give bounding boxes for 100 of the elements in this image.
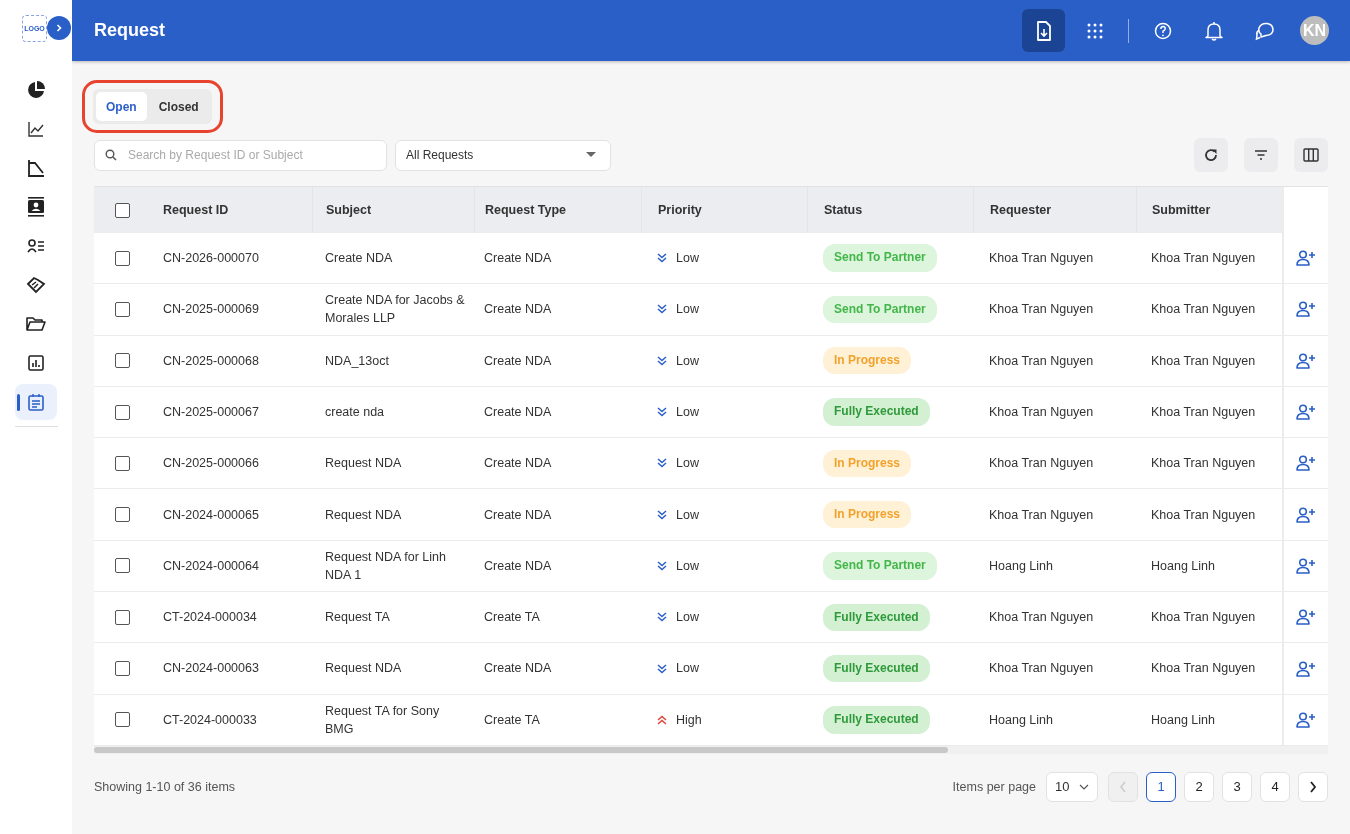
priority-label: High [676,711,702,729]
next-page-button[interactable] [1298,771,1328,802]
row-checkbox[interactable] [114,455,130,471]
add-user-icon [1296,711,1316,728]
priority-label: Low [676,455,699,473]
pie-chart-icon [26,80,46,100]
subject-text: NDA_13oct [325,352,389,370]
horizontal-scrollbar[interactable] [94,745,1328,754]
add-user-button[interactable] [1296,301,1316,318]
folder-icon [26,316,46,332]
requester-name: Hoang Linh [989,557,1053,575]
add-user-button[interactable] [1296,660,1316,677]
search-input[interactable]: Search by Request ID or Subject [126,141,376,169]
add-user-icon [1296,455,1316,472]
add-user-button[interactable] [1296,557,1316,574]
row-checkbox[interactable] [114,609,130,625]
row-checkbox[interactable] [114,661,130,676]
priority-label: Low [676,557,699,575]
submitter-name: Khoa Tran Nguyen [1151,352,1256,370]
row-checkbox[interactable] [114,404,130,420]
request-type: Create NDA [484,660,552,678]
requester-name: Khoa Tran Nguyen [989,660,1094,678]
requester-name: Khoa Tran Nguyen [989,506,1094,524]
select-all-checkbox[interactable] [114,202,130,218]
add-user-button[interactable] [1296,609,1316,626]
add-user-icon [1296,404,1316,421]
request-type: Create NDA [484,250,552,268]
status-badge: Send To Partner [823,552,937,580]
row-checkbox[interactable] [114,712,130,728]
requester-name: Khoa Tran Nguyen [989,352,1094,370]
request-id: CN-2024-000063 [163,660,259,678]
add-user-icon [1296,506,1316,523]
submitter-name: Khoa Tran Nguyen [1151,506,1256,524]
add-user-icon [1296,301,1316,318]
submitter-name: Khoa Tran Nguyen [1151,403,1256,421]
page-button[interactable]: 1 [1146,771,1176,802]
subject-text: Request TA for Sony BMG [325,702,441,738]
request-id: CN-2026-000070 [163,250,259,268]
chevron-left-icon [1119,780,1127,793]
add-user-button[interactable] [1296,404,1316,421]
subject-text: create nda [325,403,385,421]
requester-name: Hoang Linh [989,711,1053,729]
help-icon [1153,21,1172,40]
search-field[interactable]: Search by Request ID or Subject [94,139,387,171]
row-checkbox[interactable] [114,558,130,574]
items-per-page-label: Items per page [952,779,1036,794]
add-user-button[interactable] [1296,455,1316,472]
add-user-icon [1296,609,1316,626]
page-button[interactable]: 4 [1260,771,1290,802]
filter-button[interactable] [1244,138,1278,172]
column-header: Priority [641,187,807,233]
request-filter-dropdown[interactable]: All Requests [395,139,611,171]
request-type: Create TA [484,609,540,627]
add-user-button[interactable] [1296,250,1316,267]
add-user-button[interactable] [1296,352,1316,369]
status-badge: Fully Executed [823,706,930,734]
submitter-name: Hoang Linh [1151,557,1215,575]
add-user-button[interactable] [1296,711,1316,728]
column-header: Status [807,187,973,233]
request-type: Create NDA [484,352,552,370]
priority-label: Low [676,301,699,319]
column-header: Requester [973,187,1136,233]
request-id: CN-2025-000066 [163,455,259,473]
page-button[interactable]: 2 [1184,771,1214,802]
requester-name: Khoa Tran Nguyen [989,301,1094,319]
calendar-note-icon [28,393,44,411]
tab[interactable]: Open [96,92,147,121]
status-badge: In Progress [823,347,912,375]
submitter-name: Khoa Tran Nguyen [1151,250,1256,268]
contact-card-icon [27,197,45,217]
request-type: Create NDA [484,455,552,473]
request-id: CN-2025-000067 [163,403,259,421]
file-download-icon [1035,20,1052,41]
chevron-down-icon [1079,783,1089,790]
column-header: Request ID [162,201,230,219]
columns-button[interactable] [1294,138,1328,172]
status-badge: Send To Partner [823,295,937,324]
page-button[interactable]: 3 [1222,771,1252,802]
row-checkbox[interactable] [114,507,130,523]
row-checkbox[interactable] [114,353,130,369]
request-type: Create NDA [484,301,552,319]
add-user-icon [1296,660,1316,677]
request-id: CN-2025-000068 [163,352,259,370]
export-button[interactable] [1022,9,1065,52]
row-checkbox[interactable] [114,301,130,317]
tab[interactable]: Closed [148,92,209,121]
requester-name: Khoa Tran Nguyen [989,403,1094,421]
expand-button[interactable] [47,16,71,40]
request-id: CN-2025-000069 [163,301,259,319]
add-user-button[interactable] [1296,506,1316,523]
refresh-button[interactable] [1194,138,1228,172]
priority-label: Low [676,506,699,524]
page-size-dropdown[interactable]: 10 [1046,771,1098,802]
priority-label: Low [676,403,699,421]
search-icon [105,149,117,161]
subject-text: Create NDA for Jacobs & Morales LLP [325,292,465,328]
submitter-name: Hoang Linh [1151,711,1215,729]
row-checkbox[interactable] [114,250,130,266]
request-type: Create NDA [484,557,552,575]
add-user-icon [1296,250,1316,267]
